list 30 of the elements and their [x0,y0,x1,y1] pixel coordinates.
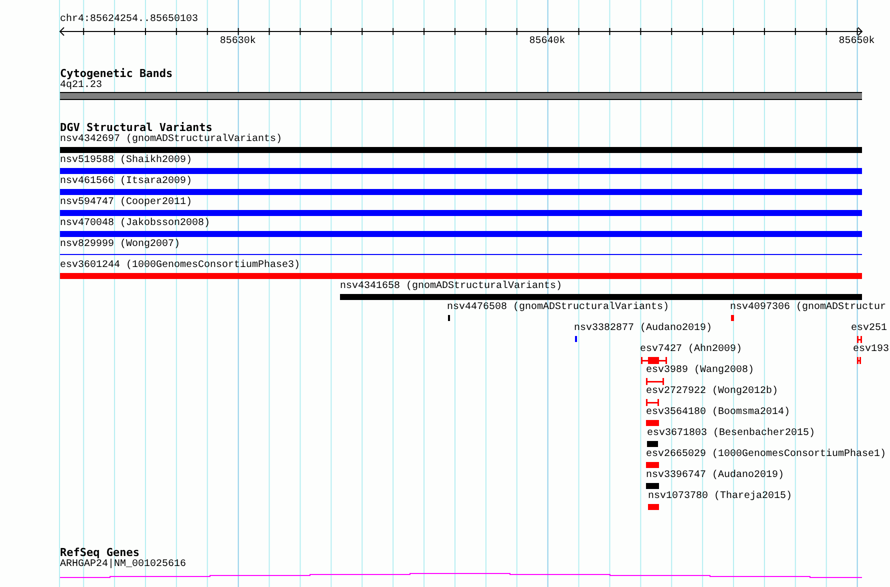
variant-label: esv3601244 (1000GenomesConsortiumPhase3) [60,260,300,272]
variant-label: esv3671803 (Besenbacher2015) [647,428,816,440]
gene-label: ARHGAP24|NM_001025616 [60,559,186,571]
location-label: chr4:85624254..85650103 [60,14,198,26]
variant-label: nsv461566 (Itsara2009) [60,176,192,188]
variant-label: esv2727922 (Wong2012b) [646,386,778,398]
variant-label: nsv4476508 (gnomADStructuralVariants) [447,302,670,314]
band-label: 4q21.23 [60,80,102,92]
variant-label: nsv519588 (Shaikh2009) [60,155,192,167]
variant-label: nsv3382877 (Audano2019) [574,323,712,335]
variant-label: esv7427 (Ahn2009) [640,344,742,356]
variant-label: nsv594747 (Cooper2011) [60,197,192,209]
tick-label: 85650k [838,36,875,48]
variant-label: esv193 [853,344,890,356]
variant-label: nsv4097306 (gnomADStructur [730,302,886,314]
track-title: DGV Structural Variants [60,122,212,134]
variant-label: esv2665029 (1000GenomesConsortiumPhase1) [646,449,886,461]
variant-label: nsv470048 (Jakobsson2008) [60,218,210,230]
variant-label: nsv829999 (Wong2007) [60,239,180,251]
track-title: RefSeq Genes [60,547,140,559]
variant-label: nsv4342697 (gnomADStructuralVariants) [60,134,282,146]
variant-label: nsv4341658 (gnomADStructuralVariants) [340,281,562,293]
variant-label: nsv3396747 (Audano2019) [646,470,784,482]
tick-label: 85640k [529,36,566,48]
variant-label: nsv1073780 (Thareja2015) [648,491,792,503]
variant-label: esv3564180 (Boomsma2014) [646,407,790,419]
tick-label: 85630k [220,36,256,48]
variant-label: esv3989 (Wang2008) [646,365,754,377]
track-title: Cytogenetic Bands [60,68,173,80]
variant-label: esv251 [851,323,888,335]
